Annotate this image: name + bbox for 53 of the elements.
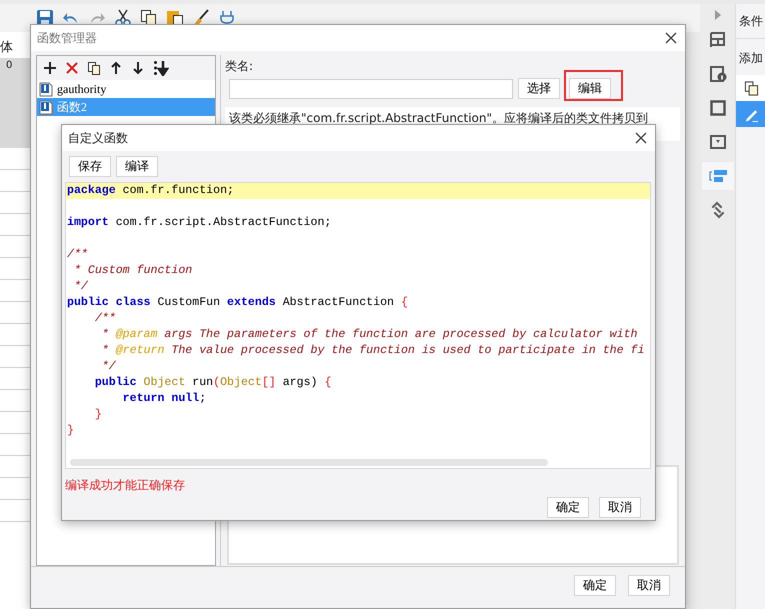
copy-icon bbox=[744, 80, 759, 96]
status-message: 编译成功才能正确保存 bbox=[65, 477, 185, 494]
toolbar-button[interactable]: 编译 bbox=[116, 156, 158, 177]
code-line: } bbox=[66, 423, 75, 439]
function-file-icon bbox=[39, 100, 53, 114]
move-up-icon[interactable] bbox=[109, 61, 123, 75]
cut-icon[interactable] bbox=[114, 9, 132, 27]
code-line: /** bbox=[66, 247, 89, 263]
add-icon[interactable] bbox=[43, 61, 57, 75]
toolbar-button[interactable]: 保存 bbox=[69, 156, 111, 177]
code-line: public class CustomFun extends AbstractFunction { bbox=[66, 295, 409, 311]
code-line: * @param args The parameters of the function are processed by calculator with bbox=[100, 327, 639, 343]
code-line: */ bbox=[72, 279, 89, 295]
dialog-button[interactable]: 取消 bbox=[599, 497, 641, 518]
sort-icon[interactable] bbox=[153, 60, 169, 76]
frame-icon bbox=[708, 31, 726, 49]
move-down-icon[interactable] bbox=[131, 61, 145, 75]
close-button[interactable] bbox=[635, 132, 647, 144]
panel-label: 添加 bbox=[738, 50, 764, 67]
info-icon bbox=[708, 65, 726, 83]
function-file-icon bbox=[39, 82, 53, 96]
code-editor[interactable] bbox=[65, 182, 651, 469]
paste-icon[interactable] bbox=[166, 9, 184, 27]
dialog-title: 自定义函数 bbox=[68, 130, 128, 147]
panel-list-item[interactable] bbox=[736, 75, 765, 101]
delete-icon[interactable] bbox=[65, 61, 79, 75]
class-name-field[interactable] bbox=[229, 78, 513, 98]
plug-icon[interactable] bbox=[218, 9, 236, 27]
edit-button[interactable]: 编辑 bbox=[569, 78, 611, 99]
sidebar-tab[interactable] bbox=[702, 162, 734, 190]
copy-icon[interactable] bbox=[87, 61, 101, 75]
horizontal-scrollbar[interactable] bbox=[70, 459, 548, 466]
dialog-title: 函数管理器 bbox=[37, 30, 97, 47]
square-icon bbox=[708, 99, 726, 117]
dialog-button[interactable]: 确定 bbox=[574, 575, 616, 596]
close-button[interactable] bbox=[665, 32, 677, 44]
code-line: } bbox=[94, 407, 103, 423]
code-line: /** bbox=[94, 311, 117, 327]
dialog-button[interactable]: 确定 bbox=[547, 497, 589, 518]
code-line: * Custom function bbox=[72, 263, 194, 279]
panel-tab[interactable]: 条件 bbox=[736, 4, 765, 39]
code-line: public Object run(Object[] args) { bbox=[94, 375, 332, 391]
code-line: import com.fr.script.AbstractFunction; bbox=[66, 215, 332, 231]
ruler-mark: 0 bbox=[0, 58, 30, 148]
code-line: return null; bbox=[122, 391, 208, 407]
bars-icon bbox=[708, 167, 726, 185]
code-line: * @return The value processed by the function is used to participate in the fi bbox=[100, 343, 646, 359]
dialog-button[interactable]: 取消 bbox=[628, 575, 670, 596]
code-line: */ bbox=[100, 359, 117, 375]
dropdown-icon bbox=[708, 133, 726, 151]
select-button[interactable]: 选择 bbox=[518, 78, 560, 99]
class-name-label: 类名: bbox=[225, 58, 254, 75]
sheet-label: 体 bbox=[0, 39, 14, 57]
